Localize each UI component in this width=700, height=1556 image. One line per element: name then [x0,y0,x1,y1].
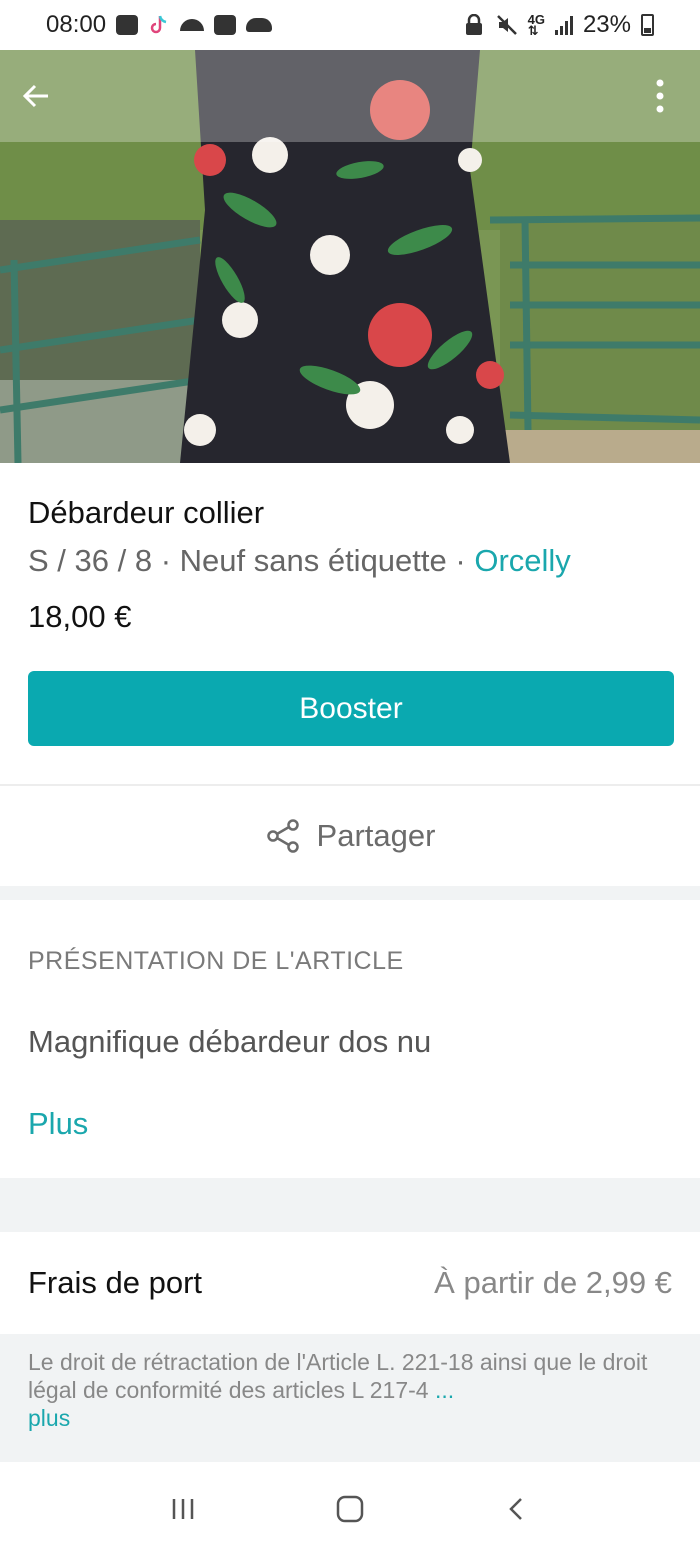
presentation-heading: PRÉSENTATION DE L'ARTICLE [28,947,404,975]
more-vertical-icon [656,79,664,113]
share-icon [266,819,299,853]
presentation-section: PRÉSENTATION DE L'ARTICLE Magnifique déb… [0,900,700,1178]
status-time: 08:00 [46,11,107,38]
shipping-value: À partir de 2,99 € [434,1265,672,1300]
product-photo[interactable] [0,50,700,463]
nav-back-button[interactable] [487,1479,547,1539]
4g-icon: 4G ⇅ [527,12,545,38]
more-options-button[interactable] [632,68,688,124]
recent-apps-button[interactable] [153,1479,213,1539]
message-icon [116,15,139,35]
battery-percent: 23% [582,11,631,38]
mute-icon [496,14,518,36]
back-button[interactable] [8,68,64,124]
status-bar: 08:00 4G ⇅ 23% [0,0,700,50]
home-icon [336,1495,364,1523]
legal-text: Le droit de rétractation de l'Article L.… [28,1349,648,1403]
brand-link[interactable]: Orcelly [474,543,570,578]
signal-icon [554,15,573,35]
share-label: Partager [316,818,436,853]
section-separator [0,1178,700,1232]
legal-notice: Le droit de rétractation de l'Article L.… [0,1334,700,1462]
section-separator [0,886,700,900]
product-size: S / 36 / 8 [28,543,153,578]
recent-apps-icon [173,1499,194,1519]
product-details: Débardeur collier S / 36 / 8 · Neuf sans… [0,463,700,746]
presentation-description: Magnifique débardeur dos nu [28,1024,432,1059]
booster-button[interactable]: Booster [28,671,674,746]
legal-more-link[interactable]: plus [28,1405,70,1431]
status-left: 08:00 [46,11,273,39]
photo-header-overlay [0,50,700,142]
legal-ellipsis: ... [428,1377,455,1403]
meta-separator: · [446,543,475,578]
meta-separator: · [152,543,180,578]
shipping-row[interactable]: Frais de port À partir de 2,99 € [0,1232,700,1334]
calendar-icon [214,15,237,35]
lock-icon [464,13,486,36]
product-condition: Neuf sans étiquette [179,543,447,578]
shipping-label: Frais de port [28,1265,203,1300]
show-more-link[interactable]: Plus [28,1106,672,1142]
battery-icon [641,14,654,36]
system-navigation-bar [0,1462,700,1556]
product-meta: S / 36 / 8 · Neuf sans étiquette · Orcel… [28,543,672,579]
arrow-left-icon [22,84,48,108]
home-button[interactable] [320,1479,380,1539]
back-icon [508,1498,522,1520]
weather-icon [180,19,205,31]
tiktok-icon [148,14,170,36]
share-button[interactable]: Partager [0,786,700,886]
product-title: Débardeur collier [28,495,265,530]
status-right: 4G ⇅ 23% [464,11,654,39]
cloud-icon [246,18,273,32]
product-price: 18,00 € [28,599,132,634]
